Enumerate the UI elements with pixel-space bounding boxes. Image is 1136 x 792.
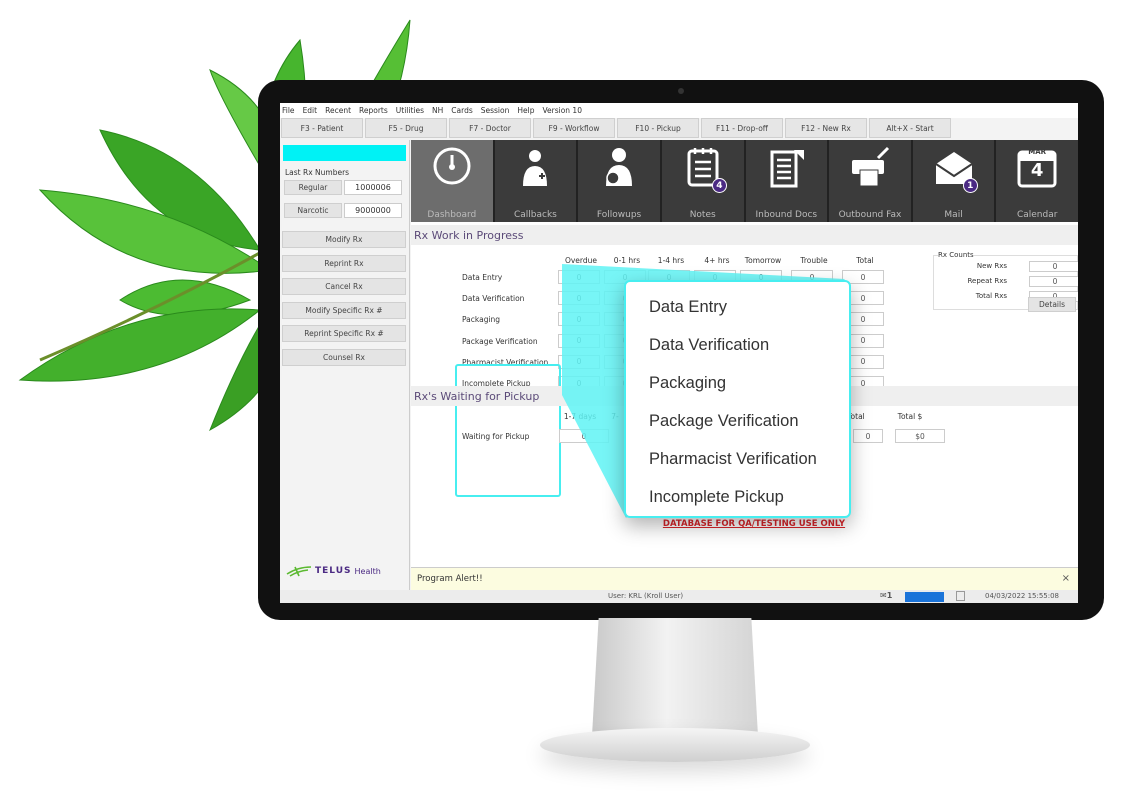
callout-stage-label: Incomplete Pickup <box>649 488 784 506</box>
callout-stage-label: Data Entry <box>649 298 727 316</box>
workflow-stages-callout: Data Entry Data Verification Packaging Pack… <box>624 280 851 518</box>
callout-stage-label: Data Verification <box>649 336 770 354</box>
callout-stage-label: Packaging <box>649 374 727 392</box>
highlight-connector <box>562 264 845 518</box>
callout-stage-label: Pharmacist Verification <box>649 450 817 468</box>
callout-stage-label: Package Verification <box>649 412 799 430</box>
